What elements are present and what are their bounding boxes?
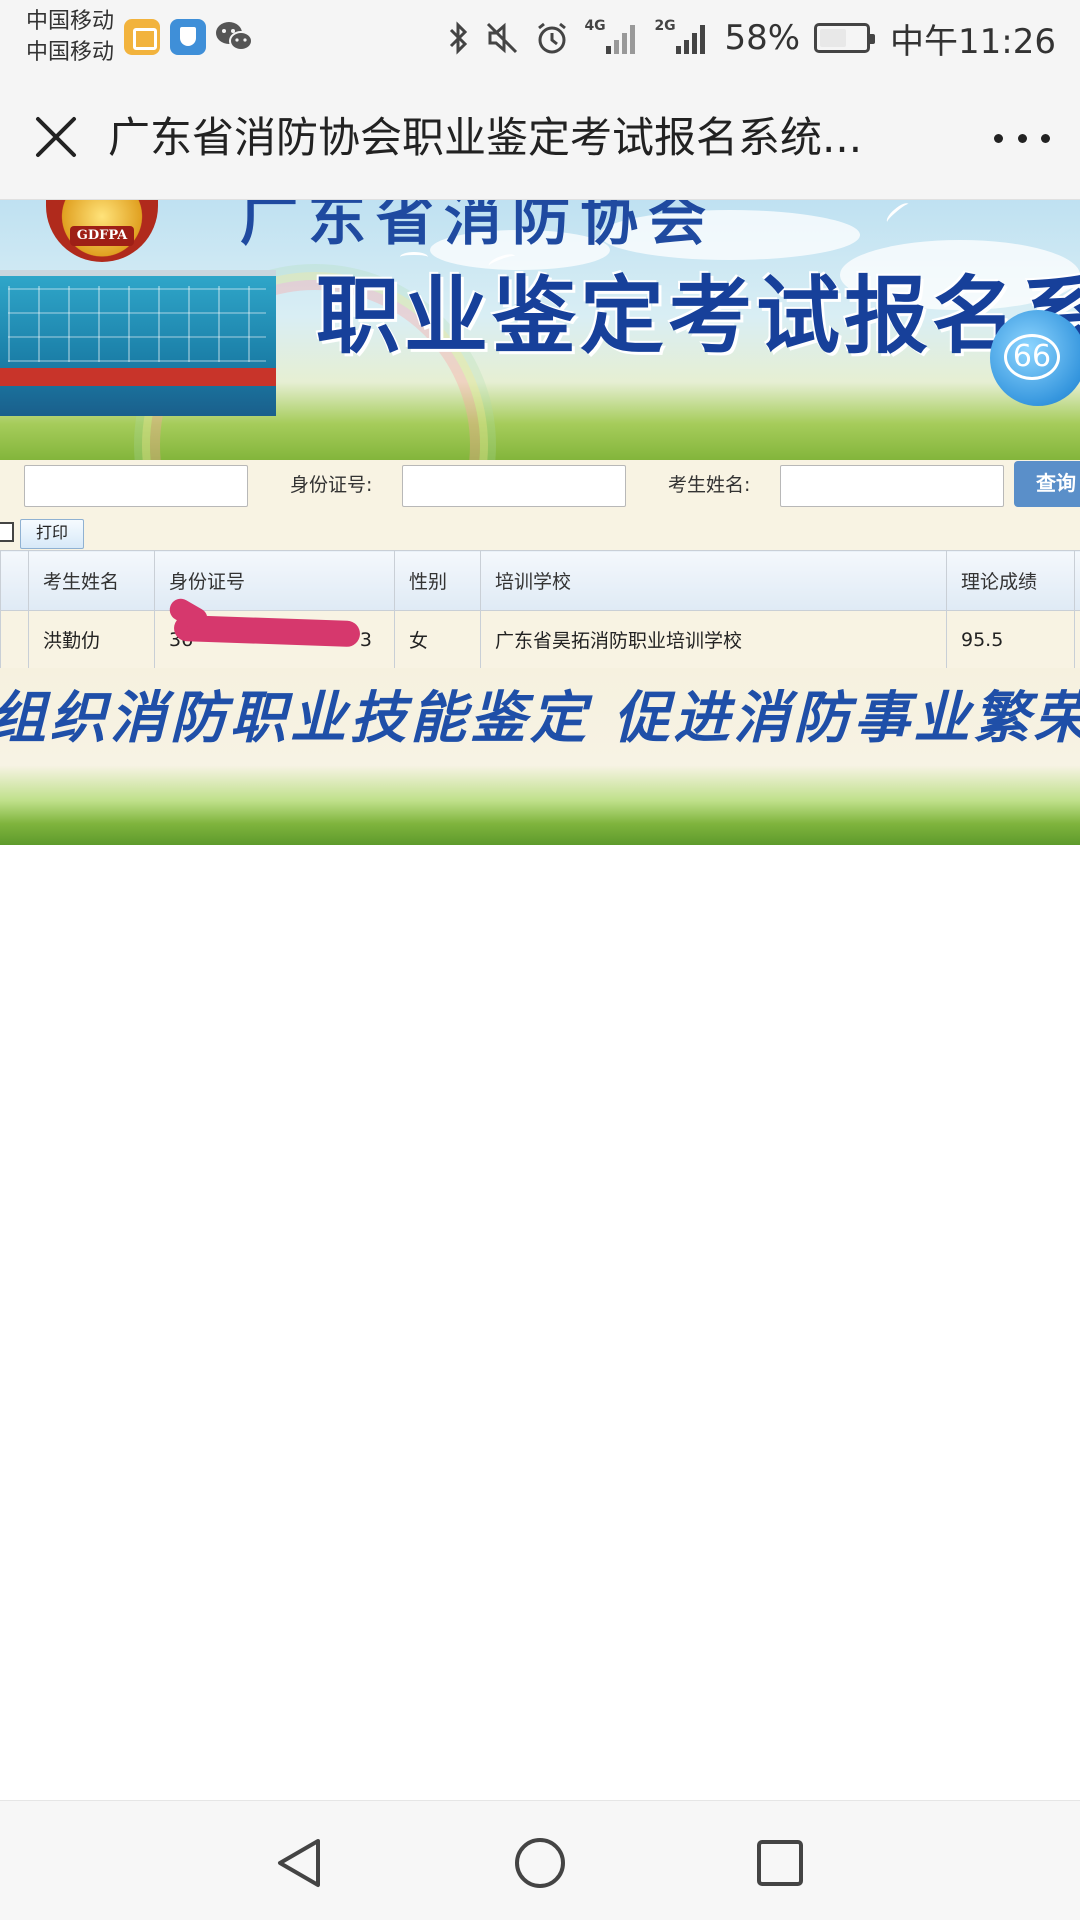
id-number-label: 身份证号:	[290, 474, 373, 496]
column-header	[1074, 550, 1080, 611]
wechat-icon	[214, 19, 254, 55]
bluetooth-icon	[450, 21, 468, 55]
cell-gender: 女	[394, 610, 481, 669]
id-number-suffix: 3	[359, 628, 372, 651]
battery-percent: 58%	[724, 18, 801, 58]
home-button[interactable]	[510, 1833, 570, 1893]
select-checkbox[interactable]	[0, 522, 14, 542]
slogan-banner: 组织消防职业技能鉴定 促进消防事业繁荣发展	[0, 668, 1080, 845]
recents-button[interactable]	[750, 1833, 810, 1893]
signal-4g-icon	[606, 25, 636, 54]
emblem-text: GDFPA	[70, 226, 134, 246]
carrier-info: 中国移动 中国移动	[26, 6, 114, 68]
back-button[interactable]	[270, 1833, 330, 1893]
clock: 中午11:26	[890, 21, 1056, 62]
id-number-input[interactable]	[402, 465, 626, 507]
query-button[interactable]: 查询	[1014, 461, 1080, 507]
column-header-candidate-name: 考生姓名	[28, 550, 155, 611]
column-header-gender: 性别	[394, 550, 481, 611]
close-button[interactable]	[30, 111, 82, 163]
carrier-1: 中国移动	[26, 9, 115, 34]
alarm-icon	[538, 22, 567, 54]
column-header-id-number: 身份证号	[154, 550, 395, 611]
battery-level	[820, 29, 846, 47]
signal-2g-icon	[676, 25, 706, 54]
cell	[1074, 610, 1080, 669]
candidate-name-label: 考生姓名:	[668, 474, 751, 496]
column-header	[0, 550, 29, 611]
home-icon	[515, 1838, 565, 1888]
table-header-row: 考生姓名 身份证号 性别 培训学校 理论成绩	[0, 550, 1080, 611]
column-header-theory-score: 理论成绩	[946, 550, 1075, 611]
bird-icon	[400, 252, 428, 262]
results-table: 考生姓名 身份证号 性别 培训学校 理论成绩 洪勤仂 36 3 女 广东省昊拓消…	[0, 550, 1080, 669]
more-icon	[994, 133, 1003, 143]
organization-name: 广东省消防协会	[240, 200, 717, 253]
carrier-2: 中国移动	[26, 40, 115, 65]
security-app-icon	[170, 19, 206, 55]
status-bar: 中国移动 中国移动 4G 2G 58% 中午11:26	[0, 0, 1080, 76]
banner-headline: 职业鉴定考试报名系	[316, 266, 1080, 365]
webview-title-bar: 广东省消防协会职业鉴定考试报名系统...	[0, 76, 1080, 200]
system-indicators: 4G 2G 58% 中午11:26	[446, 12, 1056, 64]
badge-number: 66	[1004, 334, 1060, 380]
notes-app-icon	[124, 19, 160, 55]
close-icon	[36, 117, 76, 157]
column-header-training-school: 培训学校	[480, 550, 947, 611]
building-image	[0, 270, 276, 416]
cell-theory-score: 95.5	[946, 610, 1075, 669]
mute-icon	[487, 22, 518, 54]
header-banner: GDFPA 广东省消防协会 职业鉴定考试报名系 66	[0, 200, 1080, 460]
navigation-bar	[0, 1800, 1080, 1920]
cell	[0, 610, 29, 669]
signal-2g: 2G	[654, 18, 710, 56]
recents-icon	[757, 1840, 803, 1886]
back-icon	[278, 1839, 320, 1887]
page-title: 广东省消防协会职业鉴定考试报名系统...	[108, 113, 863, 162]
cell-training-school: 广东省昊拓消防职业培训学校	[480, 610, 947, 669]
more-button[interactable]	[994, 120, 1050, 156]
cell-candidate-name: 洪勤仂	[28, 610, 155, 669]
bird-icon	[884, 200, 912, 226]
battery-icon	[814, 23, 876, 53]
candidate-name-input[interactable]	[780, 465, 1004, 507]
search-input-1[interactable]	[24, 465, 248, 507]
print-button[interactable]: 打印	[20, 519, 84, 549]
slogan-text: 组织消防职业技能鉴定 促进消防事业繁荣发展	[0, 686, 1080, 751]
search-bar: 身份证号: 考生姓名: 查询 打印	[0, 460, 1080, 550]
signal-4g: 4G	[584, 18, 640, 56]
table-row[interactable]: 洪勤仂 36 3 女 广东省昊拓消防职业培训学校 95.5	[0, 610, 1080, 669]
